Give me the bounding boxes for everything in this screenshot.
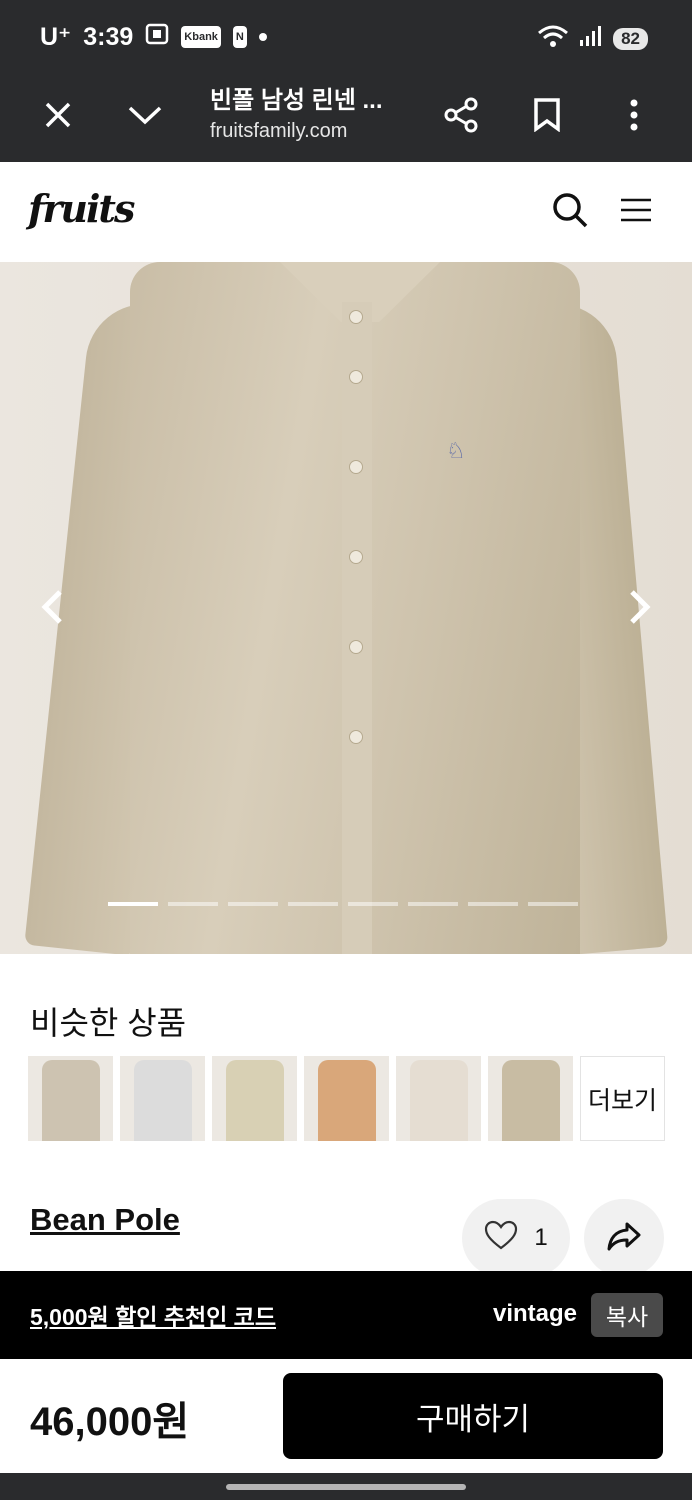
chevron-down-icon (128, 105, 162, 130)
referral-promo-link[interactable]: 5,000원 할인 추천인 코드 (30, 1298, 276, 1332)
system-nav-bar (0, 1473, 692, 1500)
search-button[interactable] (546, 188, 594, 236)
carousel-dot[interactable] (348, 902, 398, 906)
chevron-right-icon (628, 589, 652, 630)
minimize-button[interactable] (118, 90, 172, 144)
similar-products-title: 비슷한 상품 (30, 1005, 187, 1041)
similar-product-thumbnail[interactable] (28, 1056, 113, 1141)
purchase-bar: 46,000원 구매하기 (0, 1359, 692, 1473)
referral-promo-bar: 5,000원 할인 추천인 코드 vintage 복사 (0, 1271, 692, 1359)
similar-products-list: 더보기 (28, 1056, 665, 1141)
similar-product-thumbnail[interactable] (212, 1056, 297, 1141)
similar-product-thumbnail[interactable] (304, 1056, 389, 1141)
carousel-indicators (108, 902, 578, 906)
status-bar: U⁺ 3:39 Kbank N 82 (0, 0, 692, 76)
close-icon (44, 101, 72, 134)
buy-button[interactable]: 구매하기 (283, 1373, 663, 1459)
carousel-dot[interactable] (288, 902, 338, 906)
carousel-next-button[interactable] (620, 584, 660, 634)
carousel-dot[interactable] (228, 902, 278, 906)
referral-code: vintage (493, 1300, 578, 1327)
product-image-carousel[interactable]: ♘ (0, 262, 692, 954)
like-count: 1 (534, 1224, 548, 1251)
page-url[interactable]: fruitsfamily.com (210, 120, 347, 143)
page-title: 빈폴 남성 린넨 ... (210, 87, 383, 114)
bookmark-icon (533, 97, 561, 137)
copy-code-button[interactable]: 복사 (591, 1293, 663, 1337)
share-arrow-icon (606, 1221, 642, 1256)
site-header: fruits (0, 162, 692, 262)
carousel-dot[interactable] (468, 902, 518, 906)
wifi-icon (537, 24, 569, 53)
share-page-button[interactable] (434, 90, 488, 144)
notification-dot-icon (258, 33, 267, 41)
see-more-button[interactable]: 더보기 (580, 1056, 665, 1141)
like-button[interactable]: 1 (462, 1199, 570, 1277)
battery-indicator: 82 (613, 27, 648, 50)
similar-product-thumbnail[interactable] (396, 1056, 481, 1141)
signal-icon (579, 25, 603, 52)
menu-button[interactable] (612, 188, 660, 236)
carousel-dot[interactable] (528, 902, 578, 906)
more-vertical-icon (630, 99, 638, 136)
chevron-left-icon (40, 589, 64, 630)
brand-link[interactable]: Bean Pole (30, 1202, 180, 1238)
search-icon (552, 192, 588, 233)
naver-app-icon: N (232, 26, 247, 48)
site-logo[interactable]: fruits (28, 186, 135, 231)
kbank-app-icon: Kbank (181, 26, 221, 48)
similar-product-thumbnail[interactable] (488, 1056, 573, 1141)
brand-emblem-icon: ♘ (446, 438, 466, 463)
home-gesture-handle[interactable] (226, 1484, 466, 1490)
clock: 3:39 (83, 22, 134, 51)
share-product-button[interactable] (584, 1199, 664, 1277)
hamburger-menu-icon (621, 198, 651, 227)
carousel-prev-button[interactable] (32, 584, 72, 634)
bookmark-button[interactable] (520, 90, 574, 144)
share-nodes-icon (443, 97, 479, 138)
close-button[interactable] (31, 90, 85, 144)
carousel-dot[interactable] (408, 902, 458, 906)
heart-icon (484, 1220, 518, 1257)
product-price: 46,000원 (30, 1400, 190, 1444)
similar-product-thumbnail[interactable] (120, 1056, 205, 1141)
carrier-label: U⁺ (40, 23, 72, 51)
screen-capture-icon (145, 23, 169, 52)
carousel-dot[interactable] (108, 902, 158, 906)
more-options-button[interactable] (607, 90, 661, 144)
carousel-dot[interactable] (168, 902, 218, 906)
browser-toolbar: 빈폴 남성 린넨 ... fruitsfamily.com (0, 76, 692, 162)
